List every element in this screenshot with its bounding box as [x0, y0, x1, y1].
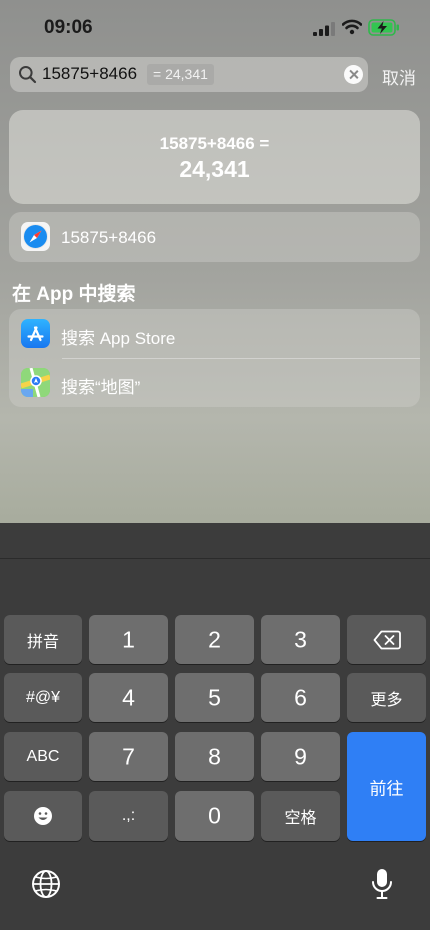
- key-1[interactable]: 1: [89, 615, 168, 664]
- key-0[interactable]: 0: [175, 791, 254, 841]
- delete-key[interactable]: [347, 615, 426, 664]
- search-icon: [19, 66, 37, 84]
- status-bar: 09:06: [0, 0, 430, 56]
- emoji-key[interactable]: [4, 791, 82, 841]
- web-suggestion-label: 15875+8466: [61, 228, 157, 247]
- clear-search-button[interactable]: [344, 65, 363, 84]
- battery-charging-icon: [368, 19, 399, 36]
- maps-icon: [21, 368, 50, 397]
- key-3[interactable]: 3: [261, 615, 340, 664]
- calculator-expression: 15875+8466 =: [159, 134, 270, 153]
- cellular-signal-icon: [313, 22, 335, 36]
- emoji-icon: [34, 807, 52, 825]
- safari-icon: [21, 222, 50, 251]
- in-app-search-heading: 在 App 中搜索: [12, 284, 136, 305]
- web-search-suggestion[interactable]: 15875+8466: [9, 212, 420, 262]
- cancel-button[interactable]: 取消: [382, 64, 416, 89]
- keyboard-candidate-divider: [0, 558, 430, 559]
- key-more[interactable]: 更多: [347, 673, 426, 722]
- search-maps-label: 搜索“地图”: [61, 378, 141, 397]
- key-abc[interactable]: ABC: [4, 732, 82, 781]
- search-app-store-row[interactable]: 搜索 App Store: [9, 309, 420, 358]
- delete-icon: [373, 630, 401, 650]
- go-button[interactable]: 前往: [347, 732, 426, 841]
- app-store-icon: [21, 319, 50, 348]
- key-8[interactable]: 8: [175, 732, 254, 781]
- search-app-store-label: 搜索 App Store: [61, 329, 176, 348]
- key-6[interactable]: 6: [261, 673, 340, 722]
- search-maps-row[interactable]: 搜索“地图”: [9, 358, 420, 407]
- status-time: 09:06: [44, 17, 93, 38]
- key-pinyin[interactable]: 拼音: [4, 615, 82, 664]
- key-5[interactable]: 5: [175, 673, 254, 722]
- key-4[interactable]: 4: [89, 673, 168, 722]
- key-punctuation[interactable]: .,:: [89, 791, 168, 841]
- key-2[interactable]: 2: [175, 615, 254, 664]
- key-9[interactable]: 9: [261, 732, 340, 781]
- key-symbols[interactable]: #@¥: [4, 673, 82, 722]
- in-app-search-list: 搜索 App Store 搜索“地图”: [9, 309, 420, 407]
- calculator-result: 24,341: [179, 156, 250, 182]
- space-key[interactable]: 空格: [261, 791, 340, 841]
- calculator-result-card[interactable]: 15875+8466 = 24,341: [9, 110, 420, 204]
- wifi-icon: [342, 19, 362, 35]
- globe-icon[interactable]: [31, 869, 61, 899]
- microphone-icon[interactable]: [371, 868, 393, 900]
- search-query-text: 15875+8466: [42, 64, 138, 83]
- keyboard: 拼音 1 2 3 #@¥ 4 5 6 更多 ABC 7 8 9 前往 .,: 0…: [0, 523, 430, 930]
- search-field[interactable]: 15875+8466 = 24,341: [10, 57, 368, 92]
- inline-result-suggestion: = 24,341: [147, 64, 214, 85]
- key-7[interactable]: 7: [89, 732, 168, 781]
